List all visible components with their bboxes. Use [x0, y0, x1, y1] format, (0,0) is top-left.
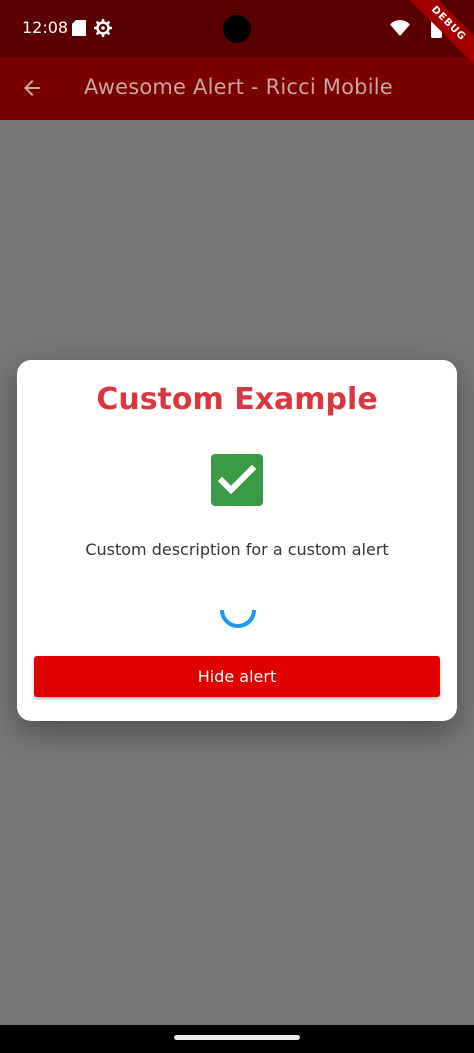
hide-alert-button[interactable]: Hide alert	[34, 656, 440, 697]
status-time: 12:08	[22, 18, 69, 37]
dialog-description: Custom description for a custom alert	[85, 540, 389, 559]
status-bar: 12:08	[0, 0, 474, 57]
alert-dialog: Custom Example Custom description for a …	[17, 360, 457, 721]
app-bar: Awesome Alert - Ricci Mobile	[0, 57, 474, 120]
loading-spinner-icon	[218, 596, 258, 634]
camera-cutout	[223, 15, 251, 43]
wifi-icon	[390, 20, 410, 40]
sd-card-icon	[72, 20, 86, 40]
home-gesture-handle[interactable]	[174, 1035, 300, 1040]
dialog-title: Custom Example	[96, 382, 378, 417]
navigation-bar	[0, 1025, 474, 1053]
arrow-left-icon[interactable]	[20, 76, 44, 100]
gear-icon	[94, 19, 112, 41]
check-square-icon	[211, 454, 263, 506]
app-title: Awesome Alert - Ricci Mobile	[84, 75, 393, 99]
